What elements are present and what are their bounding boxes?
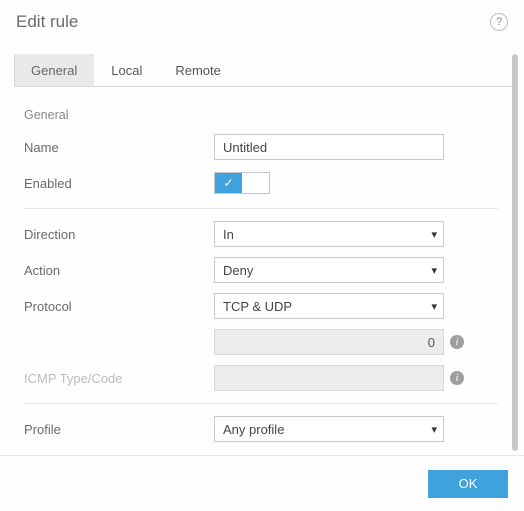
dialog-footer: OK [0, 455, 524, 511]
dialog-title: Edit rule [16, 12, 78, 32]
protocol-select[interactable]: TCP & UDP ▾ [214, 293, 444, 319]
icmp-input [214, 365, 444, 391]
action-select[interactable]: Deny ▾ [214, 257, 444, 283]
info-icon[interactable]: i [450, 335, 464, 349]
direction-label: Direction [24, 227, 214, 242]
profile-select[interactable]: Any profile ▾ [214, 416, 444, 442]
profile-value: Any profile [223, 422, 284, 437]
chevron-down-icon: ▾ [431, 228, 437, 241]
tab-remote[interactable]: Remote [158, 54, 238, 86]
chevron-down-icon: ▾ [431, 423, 437, 436]
divider [24, 403, 498, 404]
scrollbar[interactable] [512, 54, 518, 451]
icmp-label: ICMP Type/Code [24, 371, 214, 386]
tab-general[interactable]: General [14, 54, 94, 86]
check-icon: ✓ [215, 173, 242, 193]
protocol-label: Protocol [24, 299, 214, 314]
enabled-toggle[interactable]: ✓ [214, 172, 270, 194]
info-icon[interactable]: i [450, 371, 464, 385]
direction-value: In [223, 227, 234, 242]
form-area: General Name Enabled ✓ Direction In [14, 92, 508, 451]
chevron-down-icon: ▾ [431, 300, 437, 313]
tab-local[interactable]: Local [94, 54, 159, 86]
name-input[interactable] [214, 134, 444, 160]
action-label: Action [24, 263, 214, 278]
name-label: Name [24, 140, 214, 155]
tab-bar: General Local Remote [14, 54, 518, 87]
profile-label: Profile [24, 422, 214, 437]
enabled-label: Enabled [24, 176, 214, 191]
protocol-value: TCP & UDP [223, 299, 292, 314]
divider [24, 208, 498, 209]
protocol-number-input [214, 329, 444, 355]
ok-button[interactable]: OK [428, 470, 508, 498]
help-icon[interactable]: ? [490, 13, 508, 31]
action-value: Deny [223, 263, 253, 278]
section-general-label: General [24, 108, 498, 122]
chevron-down-icon: ▾ [431, 264, 437, 277]
direction-select[interactable]: In ▾ [214, 221, 444, 247]
